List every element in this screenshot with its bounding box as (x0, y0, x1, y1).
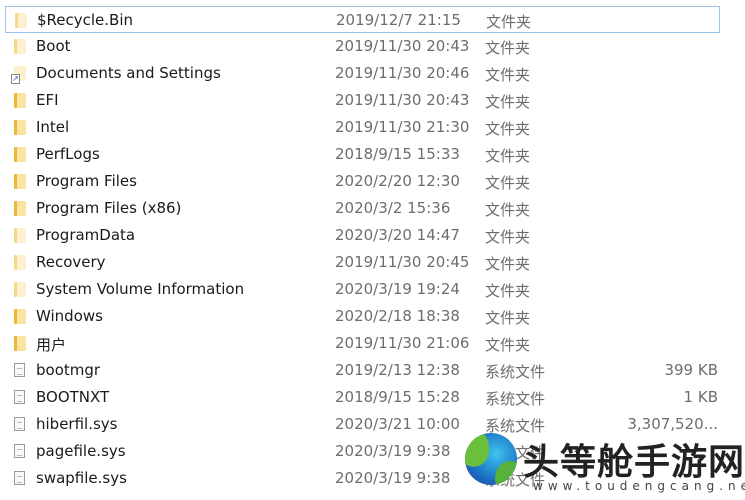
file-row[interactable]: 用户 2019/11/30 21:06 文件夹 (5, 330, 720, 357)
file-row[interactable]: Windows 2020/2/18 18:38 文件夹 (5, 303, 720, 330)
folder-light-icon (14, 282, 26, 297)
file-row[interactable]: $Recycle.Bin 2019/12/7 21:15 文件夹 (5, 6, 720, 33)
file-date: 2018/9/15 15:33 (335, 145, 460, 163)
folder-light-icon (14, 39, 26, 54)
file-type: 文件夹 (485, 174, 531, 192)
file-icon (14, 444, 25, 458)
watermark-url: www.toudengcang.net (533, 479, 745, 493)
file-date: 2020/3/19 19:24 (335, 280, 460, 298)
file-row[interactable]: EFI 2019/11/30 20:43 文件夹 (5, 87, 720, 114)
file-type: 文件夹 (485, 309, 531, 327)
folder-icon (14, 93, 26, 108)
folder-icon (14, 147, 26, 162)
file-date: 2020/3/20 14:47 (335, 226, 460, 244)
file-type: 文件夹 (486, 13, 532, 31)
folder-light-icon (14, 255, 26, 270)
file-name: Program Files (x86) (36, 199, 182, 217)
file-date: 2019/12/7 21:15 (336, 11, 461, 29)
file-name: PerfLogs (36, 145, 100, 163)
file-row[interactable]: Program Files 2020/2/20 12:30 文件夹 (5, 168, 720, 195)
file-type: 文件夹 (485, 282, 531, 300)
file-row[interactable]: PerfLogs 2018/9/15 15:33 文件夹 (5, 141, 720, 168)
file-row[interactable]: System Volume Information 2020/3/19 19:2… (5, 276, 720, 303)
file-type: 文件夹 (485, 93, 531, 111)
watermark-logo-icon (465, 433, 517, 485)
watermark-title: 头等舱手游网 (523, 441, 745, 483)
folder-icon (14, 120, 26, 135)
folder-icon (14, 309, 26, 324)
file-date: 2020/2/18 18:38 (335, 307, 460, 325)
file-type: 文件夹 (485, 120, 531, 138)
file-size: 1 KB (683, 388, 718, 406)
file-icon (14, 471, 25, 485)
watermark: 头等舱手游网 www.toudengcang.net (465, 425, 745, 500)
file-row[interactable]: bootmgr 2019/2/13 12:38 系统文件 399 KB (5, 357, 720, 384)
file-type: 文件夹 (485, 228, 531, 246)
file-date: 2020/3/19 9:38 (335, 442, 451, 460)
file-name: System Volume Information (36, 280, 245, 298)
file-type: 系统文件 (485, 390, 546, 408)
file-date: 2019/11/30 20:43 (335, 37, 470, 55)
folder-light-icon (14, 228, 26, 243)
file-date: 2019/11/30 20:46 (335, 64, 470, 82)
file-date: 2020/3/19 9:38 (335, 469, 451, 487)
file-name: pagefile.sys (36, 442, 126, 460)
file-name: hiberfil.sys (36, 415, 118, 433)
file-type: 文件夹 (485, 147, 531, 165)
file-size: 399 KB (664, 361, 718, 379)
file-type: 文件夹 (485, 39, 531, 57)
file-name: $Recycle.Bin (37, 11, 134, 29)
folder-icon (14, 174, 26, 189)
file-row[interactable]: BOOTNXT 2018/9/15 15:28 系统文件 1 KB (5, 384, 720, 411)
file-type: 文件夹 (485, 201, 531, 219)
file-date: 2018/9/15 15:28 (335, 388, 460, 406)
file-date: 2019/11/30 20:45 (335, 253, 470, 271)
shortcut-folder-icon (11, 66, 26, 84)
file-name: Boot (36, 37, 71, 55)
file-icon (14, 390, 25, 404)
file-row[interactable]: Recovery 2019/11/30 20:45 文件夹 (5, 249, 720, 276)
file-name: Documents and Settings (36, 64, 221, 82)
file-name: ProgramData (36, 226, 136, 244)
file-name: Intel (36, 118, 70, 136)
file-row[interactable]: Program Files (x86) 2020/3/2 15:36 文件夹 (5, 195, 720, 222)
file-row[interactable]: ProgramData 2020/3/20 14:47 文件夹 (5, 222, 720, 249)
file-name: 用户 (36, 336, 67, 354)
folder-icon (14, 201, 26, 216)
file-icon (14, 417, 25, 431)
file-name: Windows (36, 307, 103, 325)
file-name: Program Files (36, 172, 137, 190)
file-date: 2020/3/2 15:36 (335, 199, 451, 217)
file-name: Recovery (36, 253, 106, 271)
file-date: 2019/2/13 12:38 (335, 361, 460, 379)
file-name: swapfile.sys (36, 469, 127, 487)
folder-light-icon (15, 13, 27, 28)
file-type: 文件夹 (485, 66, 531, 84)
file-row[interactable]: Intel 2019/11/30 21:30 文件夹 (5, 114, 720, 141)
file-date: 2020/3/21 10:00 (335, 415, 460, 433)
file-name: EFI (36, 91, 59, 109)
file-name: BOOTNXT (36, 388, 110, 406)
file-date: 2020/2/20 12:30 (335, 172, 460, 190)
file-row[interactable]: Documents and Settings 2019/11/30 20:46 … (5, 60, 720, 87)
file-date: 2019/11/30 20:43 (335, 91, 470, 109)
file-name: bootmgr (36, 361, 101, 379)
file-icon (14, 363, 25, 377)
file-date: 2019/11/30 21:30 (335, 118, 470, 136)
file-type: 文件夹 (485, 255, 531, 273)
file-date: 2019/11/30 21:06 (335, 334, 470, 352)
file-type: 系统文件 (485, 363, 546, 381)
file-row[interactable]: Boot 2019/11/30 20:43 文件夹 (5, 33, 720, 60)
folder-icon (14, 336, 26, 351)
file-type: 文件夹 (485, 336, 531, 354)
